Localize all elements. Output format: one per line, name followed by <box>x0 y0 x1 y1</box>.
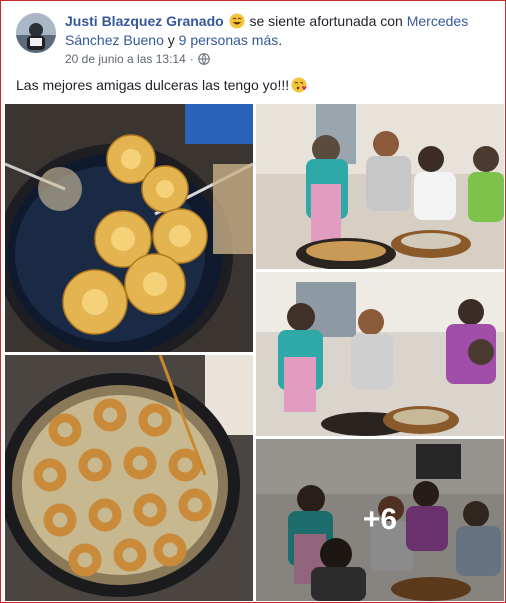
author-avatar[interactable] <box>16 13 56 53</box>
post-message: Las mejores amigas dulceras las tengo yo… <box>16 77 308 93</box>
post-meta: 20 de junio a las 13:14 · <box>65 52 210 66</box>
others-link[interactable]: 9 personas más <box>179 32 279 48</box>
smiling-face-icon <box>229 13 245 29</box>
photo-flower-pastries[interactable] <box>5 104 253 352</box>
photo-women-working-2[interactable] <box>256 272 504 436</box>
photo-women-working-1[interactable] <box>256 104 504 269</box>
photo-women-working-more[interactable]: +6 <box>256 439 504 601</box>
meta-separator: · <box>189 52 194 66</box>
face-blowing-kiss-icon <box>291 77 307 93</box>
post-header: Justi Blazquez Granado se siente afortun… <box>65 12 495 50</box>
globe-icon[interactable] <box>197 53 210 65</box>
photo-grid: +6 <box>5 104 504 601</box>
conjunction-text: y <box>167 32 175 48</box>
photo-fried-rings[interactable] <box>5 355 253 601</box>
more-photos-count: +6 <box>362 503 398 536</box>
period-text: . <box>278 32 283 48</box>
facebook-post: Justi Blazquez Granado se siente afortun… <box>0 0 506 603</box>
feeling-text: se siente afortunada con <box>249 13 403 29</box>
author-name[interactable]: Justi Blazquez Granado <box>65 13 224 29</box>
more-photos-overlay[interactable]: +6 <box>256 439 504 601</box>
message-text: Las mejores amigas dulceras las tengo yo… <box>16 77 290 93</box>
post-date[interactable]: 20 de junio a las 13:14 <box>65 52 186 66</box>
